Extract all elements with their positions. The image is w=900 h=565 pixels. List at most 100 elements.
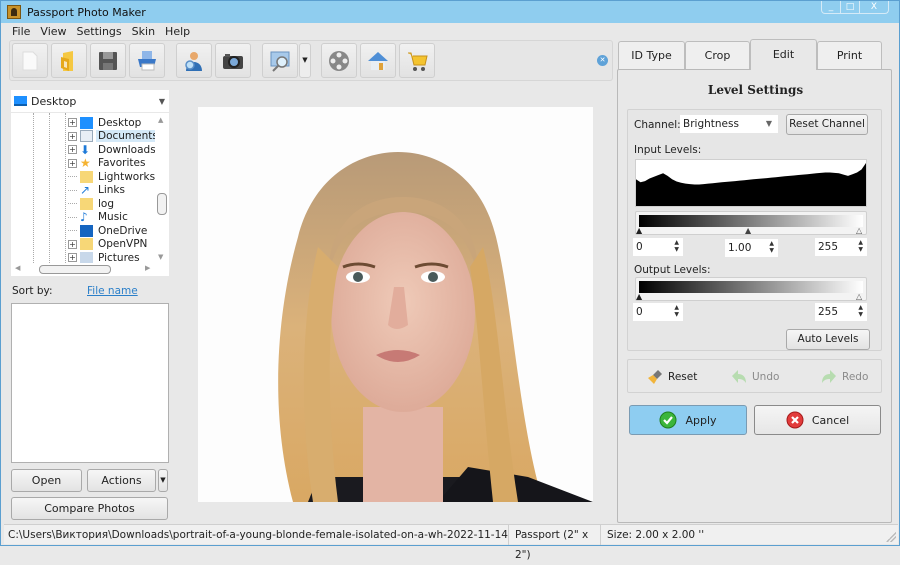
input-gamma-spinner[interactable]: 1.00 ▲ ▼	[725, 239, 778, 257]
compare-photos-button[interactable]: Compare Photos	[11, 497, 168, 520]
scrollbar-thumb[interactable]	[39, 265, 111, 274]
input-black-spinner[interactable]: 0 ▲ ▼	[633, 238, 683, 256]
scrollbar-thumb[interactable]	[157, 193, 167, 215]
menu-skin[interactable]: Skin	[132, 25, 155, 38]
tree-item[interactable]: log	[68, 197, 116, 210]
expand-toggle-icon[interactable]: +	[68, 118, 77, 127]
minimize-button[interactable]: _	[822, 1, 841, 13]
spinner-arrows-icon[interactable]: ▲ ▼	[674, 239, 679, 253]
menu-file[interactable]: File	[12, 25, 30, 38]
tree-connector	[68, 189, 77, 191]
levels-group: Channel: Brightness ▼ Reset Channel Inpu…	[627, 109, 882, 351]
histogram	[635, 159, 867, 207]
drive-select-value: Desktop	[31, 94, 77, 108]
new-button[interactable]	[12, 43, 48, 78]
file-list[interactable]	[11, 303, 169, 463]
tree-item[interactable]: + Desktop	[68, 116, 143, 129]
video-button[interactable]	[321, 43, 357, 78]
input-levels-slider[interactable]: ▲ ▲ △	[635, 211, 867, 235]
tree-item[interactable]: Lightworks	[68, 170, 157, 183]
tab-edit[interactable]: Edit	[750, 39, 817, 70]
close-button[interactable]: X	[860, 1, 888, 13]
output-white-handle[interactable]: △	[856, 293, 862, 301]
scroll-down-icon[interactable]: ▼	[158, 253, 163, 261]
buy-button[interactable]	[399, 43, 435, 78]
save-button[interactable]	[90, 43, 126, 78]
gamma-handle[interactable]: ▲	[745, 227, 751, 235]
spinner-arrows-icon[interactable]: ▲ ▼	[858, 239, 863, 253]
scroll-up-icon[interactable]: ▲	[158, 116, 163, 124]
face-detect-button[interactable]	[176, 43, 212, 78]
spinner-arrows-icon[interactable]: ▲ ▼	[769, 240, 774, 254]
star-icon: ★	[80, 156, 91, 170]
undo-label: Undo	[752, 371, 780, 383]
actions-dropdown[interactable]: ▼	[158, 469, 168, 492]
white-point-handle[interactable]: △	[856, 227, 862, 235]
output-levels-label: Output Levels:	[634, 264, 711, 276]
tab-id-type[interactable]: ID Type	[618, 41, 685, 69]
tree-item[interactable]: ↗ Links	[68, 184, 127, 197]
status-format: Passport (2" x 2")	[511, 525, 601, 561]
expand-toggle-icon[interactable]: +	[68, 253, 77, 262]
scroll-left-icon[interactable]: ◀	[15, 264, 20, 272]
zoom-preview-button[interactable]	[262, 43, 298, 78]
portrait-photo[interactable]	[198, 107, 593, 502]
menu-view[interactable]: View	[40, 25, 66, 38]
black-point-handle[interactable]: ▲	[636, 227, 642, 235]
toolbar-close-icon[interactable]: ✕	[597, 55, 608, 66]
zoom-preview-dropdown[interactable]: ▼	[299, 43, 311, 78]
tree-horizontal-scrollbar[interactable]: ◀ ▶	[11, 263, 169, 276]
home-button[interactable]	[360, 43, 396, 78]
tree-vertical-scrollbar[interactable]: ▲ ▼	[155, 113, 169, 263]
menu-settings[interactable]: Settings	[77, 25, 122, 38]
resize-grip[interactable]	[886, 532, 896, 542]
folder-icon	[80, 238, 93, 250]
reset-channel-button[interactable]: Reset Channel	[786, 114, 868, 135]
chevron-down-icon: ▼	[765, 119, 772, 128]
status-file-path: C:\Users\Виктория\Downloads\portrait-of-…	[4, 525, 509, 545]
tree-item[interactable]: + ⬇ Downloads	[68, 143, 158, 156]
floppy-disk-icon	[99, 51, 117, 70]
print-button[interactable]	[129, 43, 165, 78]
maximize-button[interactable]: □	[841, 1, 860, 13]
camera-button[interactable]	[215, 43, 251, 78]
reset-button[interactable]: Reset	[646, 360, 697, 394]
open-button[interactable]	[51, 43, 87, 78]
channel-select[interactable]: Brightness ▼	[680, 115, 778, 133]
expand-toggle-icon[interactable]: +	[68, 239, 77, 249]
tree-item[interactable]: + ★ Favorites	[68, 157, 147, 170]
expand-toggle-icon[interactable]: +	[68, 145, 77, 154]
input-white-spinner[interactable]: 255 ▲ ▼	[815, 238, 867, 256]
tab-crop[interactable]: Crop	[685, 41, 750, 69]
title-bar[interactable]: Passport Photo Maker _ □ X	[1, 1, 899, 23]
app-logo-icon	[7, 5, 21, 19]
cancel-button[interactable]: Cancel	[754, 405, 881, 435]
output-black-spinner[interactable]: 0 ▲ ▼	[633, 303, 683, 321]
tree-item[interactable]: + OpenVPN	[68, 238, 149, 251]
spinner-arrows-icon[interactable]: ▲ ▼	[858, 304, 863, 318]
expand-toggle-icon[interactable]: +	[68, 131, 77, 141]
input-levels-label: Input Levels:	[634, 144, 702, 156]
apply-button[interactable]: Apply	[629, 405, 747, 435]
expand-toggle-icon[interactable]: +	[68, 158, 77, 168]
drive-select[interactable]: Desktop ▼	[11, 90, 169, 112]
spinner-arrows-icon[interactable]: ▲ ▼	[674, 304, 679, 318]
undo-button[interactable]: Undo	[730, 360, 779, 394]
tree-connector	[68, 216, 77, 218]
scroll-right-icon[interactable]: ▶	[145, 264, 150, 272]
actions-button[interactable]: Actions	[87, 469, 156, 492]
output-black-handle[interactable]: ▲	[636, 293, 642, 301]
auto-levels-button[interactable]: Auto Levels	[786, 329, 870, 350]
folder-tree[interactable]: + Desktop + Documents + ⬇ Downloads + ★ Favorites…	[11, 113, 169, 276]
output-white-spinner[interactable]: 255 ▲ ▼	[815, 303, 867, 321]
tree-item[interactable]: OneDrive	[68, 224, 149, 237]
open-button[interactable]: Open	[11, 469, 82, 492]
window-controls: _ □ X	[821, 1, 889, 14]
sort-by-link[interactable]: File name	[87, 285, 138, 297]
tree-item[interactable]: + Documents	[68, 130, 160, 143]
menu-help[interactable]: Help	[165, 25, 190, 38]
tree-item[interactable]: ♪ Music	[68, 211, 130, 224]
redo-button[interactable]: Redo	[820, 360, 868, 394]
output-levels-slider[interactable]: ▲ △	[635, 277, 867, 301]
tab-print[interactable]: Print	[817, 41, 882, 69]
